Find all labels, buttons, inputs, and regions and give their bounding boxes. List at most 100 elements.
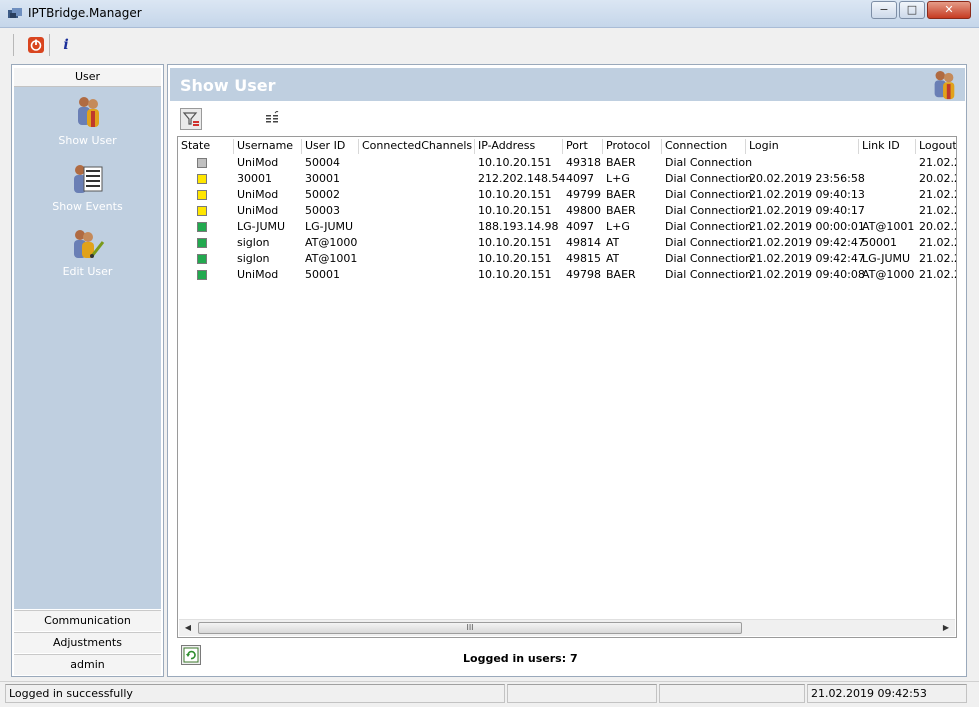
cell-login: 21.02.2019 09:40:17 — [749, 204, 865, 217]
cell-login: 20.02.2019 23:56:58 — [749, 172, 865, 185]
scroll-left-icon[interactable]: ◀ — [182, 622, 194, 634]
cell-userid: AT@1001 — [305, 252, 358, 265]
app-icon — [8, 8, 22, 18]
state-indicator — [197, 270, 207, 280]
cell-logout: 20.02.2 — [919, 220, 957, 233]
table-row[interactable]: siglon AT@1001 10.10.20.151 49815 AT Dial Con… — [178, 251, 956, 267]
sidebar-item-label: Show User — [58, 134, 117, 147]
cell-ip: 212.202.148.54 — [478, 172, 566, 185]
cell-linkid: AT@1000 — [862, 268, 915, 281]
cell-userid: 50004 — [305, 156, 340, 169]
cell-linkid: AT@1001 — [862, 220, 915, 233]
refresh-button[interactable] — [181, 645, 201, 665]
cell-ip: 10.10.20.151 — [478, 252, 552, 265]
cell-connection: Dial Connection — [665, 252, 753, 265]
user-table[interactable]: State Username User ID ConnectedChannels… — [177, 136, 957, 638]
cell-username: UniMod — [237, 188, 279, 201]
column-header-state[interactable]: State — [178, 139, 234, 154]
column-chooser-button[interactable] — [264, 110, 282, 127]
panel-header: Show User — [170, 68, 965, 101]
sidebar-footer-admin[interactable]: admin — [14, 654, 161, 675]
cell-logout: 21.02.2 — [919, 204, 957, 217]
sidebar-body: Show User Show Events Edit User — [14, 87, 161, 609]
cell-port: 49800 — [566, 204, 601, 217]
cell-ip: 188.193.14.98 — [478, 220, 559, 233]
cell-logout: 20.02.2 — [919, 172, 957, 185]
table-row[interactable]: 30001 30001 212.202.148.54 4097 L+G Dial Conn… — [178, 171, 956, 187]
edit-user-icon — [73, 230, 104, 258]
cell-port: 49799 — [566, 188, 601, 201]
column-header-protocol[interactable]: Protocol — [603, 139, 662, 154]
state-indicator — [197, 238, 207, 248]
sidebar-item-show-user[interactable]: Show User — [14, 95, 161, 147]
scroll-right-icon[interactable]: ▶ — [940, 622, 952, 634]
column-header-channels[interactable]: ConnectedChannels — [359, 139, 475, 154]
maximize-button[interactable]: □ — [899, 1, 925, 19]
column-header-username[interactable]: Username — [234, 139, 302, 154]
state-indicator — [197, 222, 207, 232]
cell-login: 21.02.2019 09:42:47 — [749, 236, 865, 249]
table-row[interactable]: UniMod 50004 10.10.20.151 49318 BAER Dial Con… — [178, 155, 956, 171]
toolbar: i — [0, 28, 979, 62]
cell-port: 49318 — [566, 156, 601, 169]
cell-userid: 30001 — [305, 172, 340, 185]
column-header-userid[interactable]: User ID — [302, 139, 359, 154]
table-row[interactable]: UniMod 50001 10.10.20.151 49798 BAER Dial Con… — [178, 267, 956, 283]
column-header-port[interactable]: Port — [563, 139, 603, 154]
filter-icon — [182, 112, 199, 126]
column-header-linkid[interactable]: Link ID — [859, 139, 916, 154]
status-message: Logged in successfully — [5, 684, 505, 703]
close-button[interactable]: ✕ — [927, 1, 971, 19]
cell-ip: 10.10.20.151 — [478, 156, 552, 169]
table-row[interactable]: UniMod 50002 10.10.20.151 49799 BAER Dial Con… — [178, 187, 956, 203]
sidebar-item-show-events[interactable]: Show Events — [14, 163, 161, 213]
cell-port: 49814 — [566, 236, 601, 249]
state-indicator — [197, 206, 207, 216]
cell-login: 21.02.2019 09:42:47 — [749, 252, 865, 265]
filter-button[interactable] — [180, 108, 202, 130]
events-icon — [73, 165, 102, 193]
cell-userid: 50002 — [305, 188, 340, 201]
sidebar-footer-adjustments[interactable]: Adjustments — [14, 632, 161, 653]
column-header-logout[interactable]: Logout — [916, 139, 956, 154]
power-button[interactable] — [26, 35, 46, 55]
column-header-connection[interactable]: Connection — [662, 139, 746, 154]
cell-protocol: L+G — [606, 172, 630, 185]
cell-protocol: AT — [606, 252, 620, 265]
window-title: IPTBridge.Manager — [28, 6, 142, 20]
cell-connection: Dial Connection — [665, 204, 753, 217]
state-indicator — [197, 174, 207, 184]
cell-username: UniMod — [237, 268, 279, 281]
cell-logout: 21.02.2 — [919, 156, 957, 169]
cell-connection: Dial Connection — [665, 220, 753, 233]
state-indicator — [197, 158, 207, 168]
table-row[interactable]: LG-JUMU LG-JUMU 188.193.14.98 4097 L+G Dial C… — [178, 219, 956, 235]
cell-username: UniMod — [237, 204, 279, 217]
info-icon[interactable]: i — [56, 35, 76, 55]
sidebar-header-user[interactable]: User — [14, 68, 161, 87]
table-row[interactable]: siglon AT@1000 10.10.20.151 49814 AT Dial Con… — [178, 235, 956, 251]
refresh-icon — [183, 647, 199, 663]
column-header-login[interactable]: Login — [746, 139, 859, 154]
cell-connection: Dial Connection — [665, 172, 753, 185]
table-row[interactable]: UniMod 50003 10.10.20.151 49800 BAER Dial Con… — [178, 203, 956, 219]
cell-userid: AT@1000 — [305, 236, 358, 249]
cell-userid: LG-JUMU — [305, 220, 354, 233]
state-indicator — [197, 190, 207, 200]
cell-protocol: AT — [606, 236, 620, 249]
cell-ip: 10.10.20.151 — [478, 188, 552, 201]
cell-userid: 50003 — [305, 204, 340, 217]
sidebar-footer-communication[interactable]: Communication — [14, 610, 161, 631]
sidebar-item-edit-user[interactable]: Edit User — [14, 228, 161, 278]
cell-username: siglon — [237, 252, 270, 265]
horizontal-scrollbar[interactable]: ◀ III ▶ — [179, 619, 955, 636]
minimize-button[interactable]: − — [871, 1, 897, 19]
scroll-thumb[interactable]: III — [198, 622, 742, 634]
status-pane — [659, 684, 805, 703]
column-header-ip[interactable]: IP-Address — [475, 139, 563, 154]
status-datetime: 21.02.2019 09:42:53 — [807, 684, 967, 703]
cell-linkid: 50001 — [862, 236, 897, 249]
cell-protocol: L+G — [606, 220, 630, 233]
cell-logout: 21.02.2 — [919, 252, 957, 265]
cell-protocol: BAER — [606, 188, 636, 201]
